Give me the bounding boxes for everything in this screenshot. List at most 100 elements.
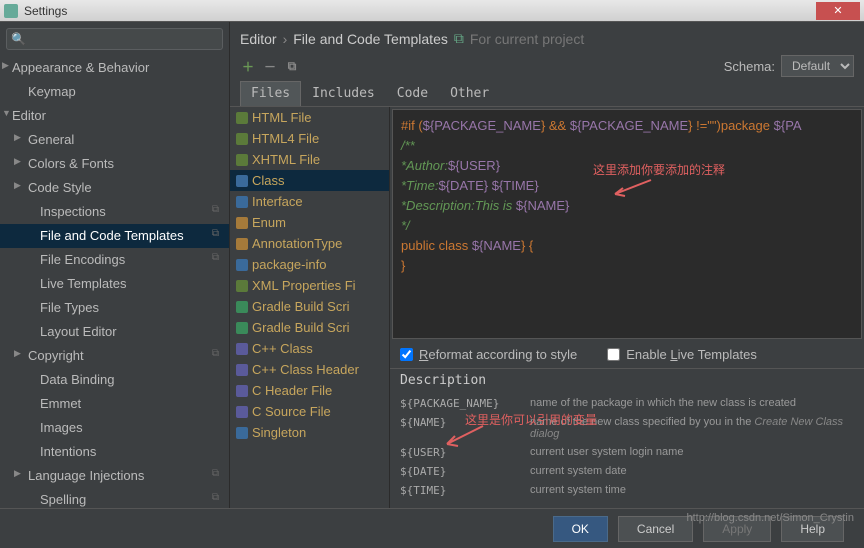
template-html-file[interactable]: HTML4 File [230, 128, 389, 149]
tab-code[interactable]: Code [386, 81, 439, 106]
tree-item-file-and-code-templates[interactable]: File and Code Templates⧉ [0, 224, 229, 248]
template-editor[interactable]: #if (${PACKAGE_NAME} && ${PACKAGE_NAME} … [392, 109, 862, 339]
tree-item-label: Intentions [40, 444, 96, 459]
desc-text: current user system login name [530, 446, 854, 459]
tree-item-keymap[interactable]: Keymap [0, 80, 229, 104]
tree-item-label: Editor [12, 108, 46, 123]
tree-item-copyright[interactable]: ▶ Copyright ⧉ [0, 344, 229, 368]
tree-item-general[interactable]: ▶General [0, 128, 229, 152]
tree-item-label: Inspections [40, 204, 106, 219]
project-scope-icon: ⧉ [212, 228, 219, 239]
ok-button[interactable]: OK [553, 516, 608, 542]
expand-arrow-icon: ▶ [14, 348, 21, 359]
remove-template-button[interactable]: － [262, 58, 278, 74]
crumb-templates[interactable]: File and Code Templates [293, 31, 448, 47]
template-gradle-build-scri[interactable]: Gradle Build Scri [230, 296, 389, 317]
tree-item-label: Keymap [28, 84, 76, 99]
template-singleton[interactable]: Singleton [230, 422, 389, 443]
template-c-class[interactable]: C++ Class [230, 338, 389, 359]
file-label: Gradle Build Scri [252, 299, 350, 314]
crumb-editor[interactable]: Editor [240, 31, 277, 47]
file-label: Interface [252, 194, 303, 209]
cancel-button[interactable]: Cancel [618, 516, 693, 542]
app-icon [4, 4, 18, 18]
desc-var: ${PACKAGE_NAME} [400, 397, 530, 410]
copy-template-button[interactable]: ⧉ [284, 58, 300, 74]
template-package-info[interactable]: package-info [230, 254, 389, 275]
desc-var: ${NAME} [400, 416, 530, 440]
enable-live-checkbox[interactable]: Enable Live Templates [607, 347, 757, 362]
template-interface[interactable]: Interface [230, 191, 389, 212]
expand-arrow-icon: ▶ [2, 60, 9, 71]
file-type-icon [236, 196, 248, 208]
tree-item-code-style[interactable]: ▶Code Style [0, 176, 229, 200]
settings-tree: ▶Appearance & BehaviorKeymap▼Editor▶Gene… [0, 56, 229, 508]
template-enum[interactable]: Enum [230, 212, 389, 233]
template-c-header-file[interactable]: C Header File [230, 380, 389, 401]
tab-other[interactable]: Other [439, 81, 500, 106]
tree-item-language-injections[interactable]: ▶Language Injections⧉ [0, 464, 229, 488]
desc-text: current system time [530, 484, 854, 497]
tree-item-editor[interactable]: ▼Editor [0, 104, 229, 128]
tree-item-layout-editor[interactable]: Layout Editor [0, 320, 229, 344]
description-title: Description [400, 373, 854, 388]
template-annotationtype[interactable]: AnnotationType [230, 233, 389, 254]
tab-includes[interactable]: Includes [301, 81, 386, 106]
tree-item-spelling[interactable]: Spelling⧉ [0, 488, 229, 508]
tree-item-inspections[interactable]: Inspections⧉ [0, 200, 229, 224]
tree-item-live-templates[interactable]: Live Templates [0, 272, 229, 296]
template-c-class-header[interactable]: C++ Class Header [230, 359, 389, 380]
tree-item-file-encodings[interactable]: File Encodings⧉ [0, 248, 229, 272]
tree-item-intentions[interactable]: Intentions [0, 440, 229, 464]
file-label: HTML File [252, 110, 311, 125]
project-scope-icon: ⧉ [212, 252, 219, 263]
reformat-checkbox[interactable]: RReformat according to styleeformat acco… [400, 347, 577, 362]
tree-item-label: Emmet [40, 396, 81, 411]
search-input[interactable] [6, 28, 223, 50]
close-button[interactable]: ✕ [816, 2, 860, 20]
template-xml-properties-fi[interactable]: XML Properties Fi [230, 275, 389, 296]
tab-files[interactable]: Files [240, 81, 301, 106]
tree-item-images[interactable]: Images [0, 416, 229, 440]
template-file-list: HTML File HTML4 File XHTML File Class Interf… [230, 107, 390, 508]
tree-item-data-binding[interactable]: Data Binding [0, 368, 229, 392]
project-scope-icon: ⧉ [212, 348, 219, 359]
tree-item-label: Language Injections [28, 468, 144, 483]
schema-select[interactable]: Default [781, 55, 854, 77]
file-type-icon [236, 238, 248, 250]
file-type-icon [236, 175, 248, 187]
file-type-icon [236, 301, 248, 313]
template-html-file[interactable]: HTML File [230, 107, 389, 128]
tree-item-appearance-behavior[interactable]: ▶Appearance & Behavior [0, 56, 229, 80]
project-scope-icon: ⧉ [212, 468, 219, 479]
file-type-icon [236, 364, 248, 376]
file-label: HTML4 File [252, 131, 319, 146]
desc-var: ${USER} [400, 446, 530, 459]
expand-arrow-icon: ▼ [2, 108, 11, 118]
desc-var: ${DATE} [400, 465, 530, 478]
tree-item-label: Data Binding [40, 372, 114, 387]
file-label: C Source File [252, 404, 331, 419]
file-label: Singleton [252, 425, 306, 440]
tree-item-label: Copyright [28, 348, 84, 363]
tree-item-colors-fonts[interactable]: ▶Colors & Fonts [0, 152, 229, 176]
toolbar-row: ＋ － ⧉ Schema: Default [230, 55, 864, 81]
template-xhtml-file[interactable]: XHTML File [230, 149, 389, 170]
sidebar: 🔍 ▶Appearance & BehaviorKeymap▼Editor▶Ge… [0, 22, 230, 508]
template-c-source-file[interactable]: C Source File [230, 401, 389, 422]
file-type-icon [236, 133, 248, 145]
tree-item-label: Layout Editor [40, 324, 117, 339]
main-panel: Editor › File and Code Templates ⧉ For c… [230, 22, 864, 508]
tree-item-file-types[interactable]: File Types [0, 296, 229, 320]
file-type-icon [236, 280, 248, 292]
template-toolbar: ＋ － ⧉ [240, 58, 300, 74]
file-type-icon [236, 385, 248, 397]
titlebar: Settings ✕ [0, 0, 864, 22]
tree-item-label: General [28, 132, 74, 147]
file-label: Class [252, 173, 285, 188]
template-gradle-build-scri[interactable]: Gradle Build Scri [230, 317, 389, 338]
template-class[interactable]: Class [230, 170, 389, 191]
tree-item-label: Images [40, 420, 83, 435]
add-template-button[interactable]: ＋ [240, 58, 256, 74]
tree-item-emmet[interactable]: Emmet [0, 392, 229, 416]
